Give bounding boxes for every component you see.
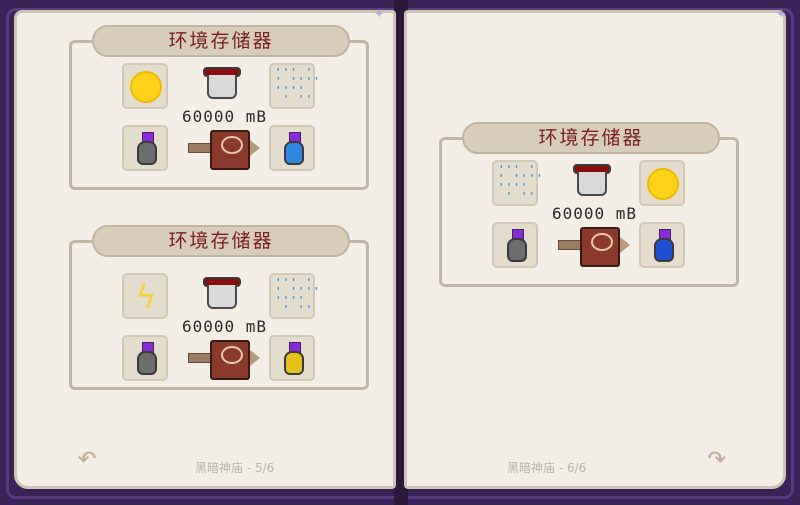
recipe-title: 环境存储器	[92, 225, 350, 257]
lightning-icon: ϟ	[136, 278, 156, 316]
right-page: 环境存储器 ''' ' ' '''' '''' ' '' 60000 mB ↷ …	[404, 10, 786, 489]
potion-icon	[135, 340, 159, 378]
environmental-accumulator-icon	[188, 130, 260, 170]
recipe-title: 环境存储器	[462, 122, 720, 154]
fluid-bucket-icon[interactable]	[203, 277, 241, 309]
potion-icon	[282, 340, 306, 378]
output-slot-potion[interactable]	[269, 125, 315, 171]
recipe-card: 环境存储器 ''' ' ' '''' '''' ' '' 60000 mB	[439, 122, 739, 287]
potion-icon	[282, 130, 306, 168]
recipe-title: 环境存储器	[92, 25, 350, 57]
environmental-accumulator-icon	[558, 227, 630, 267]
input-slot-rain[interactable]: ''' ' ' '''' '''' ' ''	[269, 63, 321, 109]
potion-icon	[135, 130, 159, 168]
input-slot-potion[interactable]	[492, 222, 538, 268]
fluid-amount: 60000 mB	[182, 107, 268, 126]
rain-icon: ''' ' ' '''' '''' ' ''	[275, 276, 321, 316]
input-slot-potion[interactable]	[122, 125, 168, 171]
page-corner-icon: ✦	[775, 2, 787, 23]
next-page-arrow-icon[interactable]: ↷	[691, 440, 743, 474]
potion-icon	[652, 227, 676, 265]
potion-icon	[505, 227, 529, 265]
page-corner-icon: ✦	[373, 2, 385, 23]
input-slot-sun[interactable]	[639, 160, 685, 206]
input-slot-potion[interactable]	[122, 335, 168, 381]
rain-icon: ''' ' ' '''' '''' ' ''	[275, 66, 321, 106]
sun-icon	[647, 168, 679, 200]
page-footer: 黑暗神庙 - 6/6	[507, 461, 587, 475]
previous-page-arrow-icon[interactable]: ↶	[61, 440, 113, 474]
output-slot-potion[interactable]	[639, 222, 685, 268]
fluid-bucket-icon[interactable]	[203, 67, 241, 99]
input-slot-rain[interactable]: ''' ' ' '''' '''' ' ''	[492, 160, 544, 206]
input-slot-lightning[interactable]: ϟ	[122, 273, 168, 319]
book: 环境存储器 60000 mB ''' ' ' '''' '''' ' '' 环境…	[0, 0, 800, 505]
recipe-card: 环境存储器 60000 mB ''' ' ' '''' '''' ' ''	[69, 25, 369, 190]
fluid-bucket-icon[interactable]	[573, 164, 611, 196]
environmental-accumulator-icon	[188, 340, 260, 380]
input-slot-rain[interactable]: ''' ' ' '''' '''' ' ''	[269, 273, 321, 319]
fluid-amount: 60000 mB	[182, 317, 268, 336]
output-slot-potion[interactable]	[269, 335, 315, 381]
input-slot-sun[interactable]	[122, 63, 168, 109]
recipe-card: 环境存储器 ϟ 60000 mB ''' ' ' '''' '''' ' ''	[69, 225, 369, 390]
left-page: 环境存储器 60000 mB ''' ' ' '''' '''' ' '' 环境…	[14, 10, 396, 489]
rain-icon: ''' ' ' '''' '''' ' ''	[498, 163, 544, 203]
fluid-amount: 60000 mB	[552, 204, 638, 223]
sun-icon	[130, 71, 162, 103]
page-footer: 黑暗神庙 - 5/6	[195, 461, 275, 475]
